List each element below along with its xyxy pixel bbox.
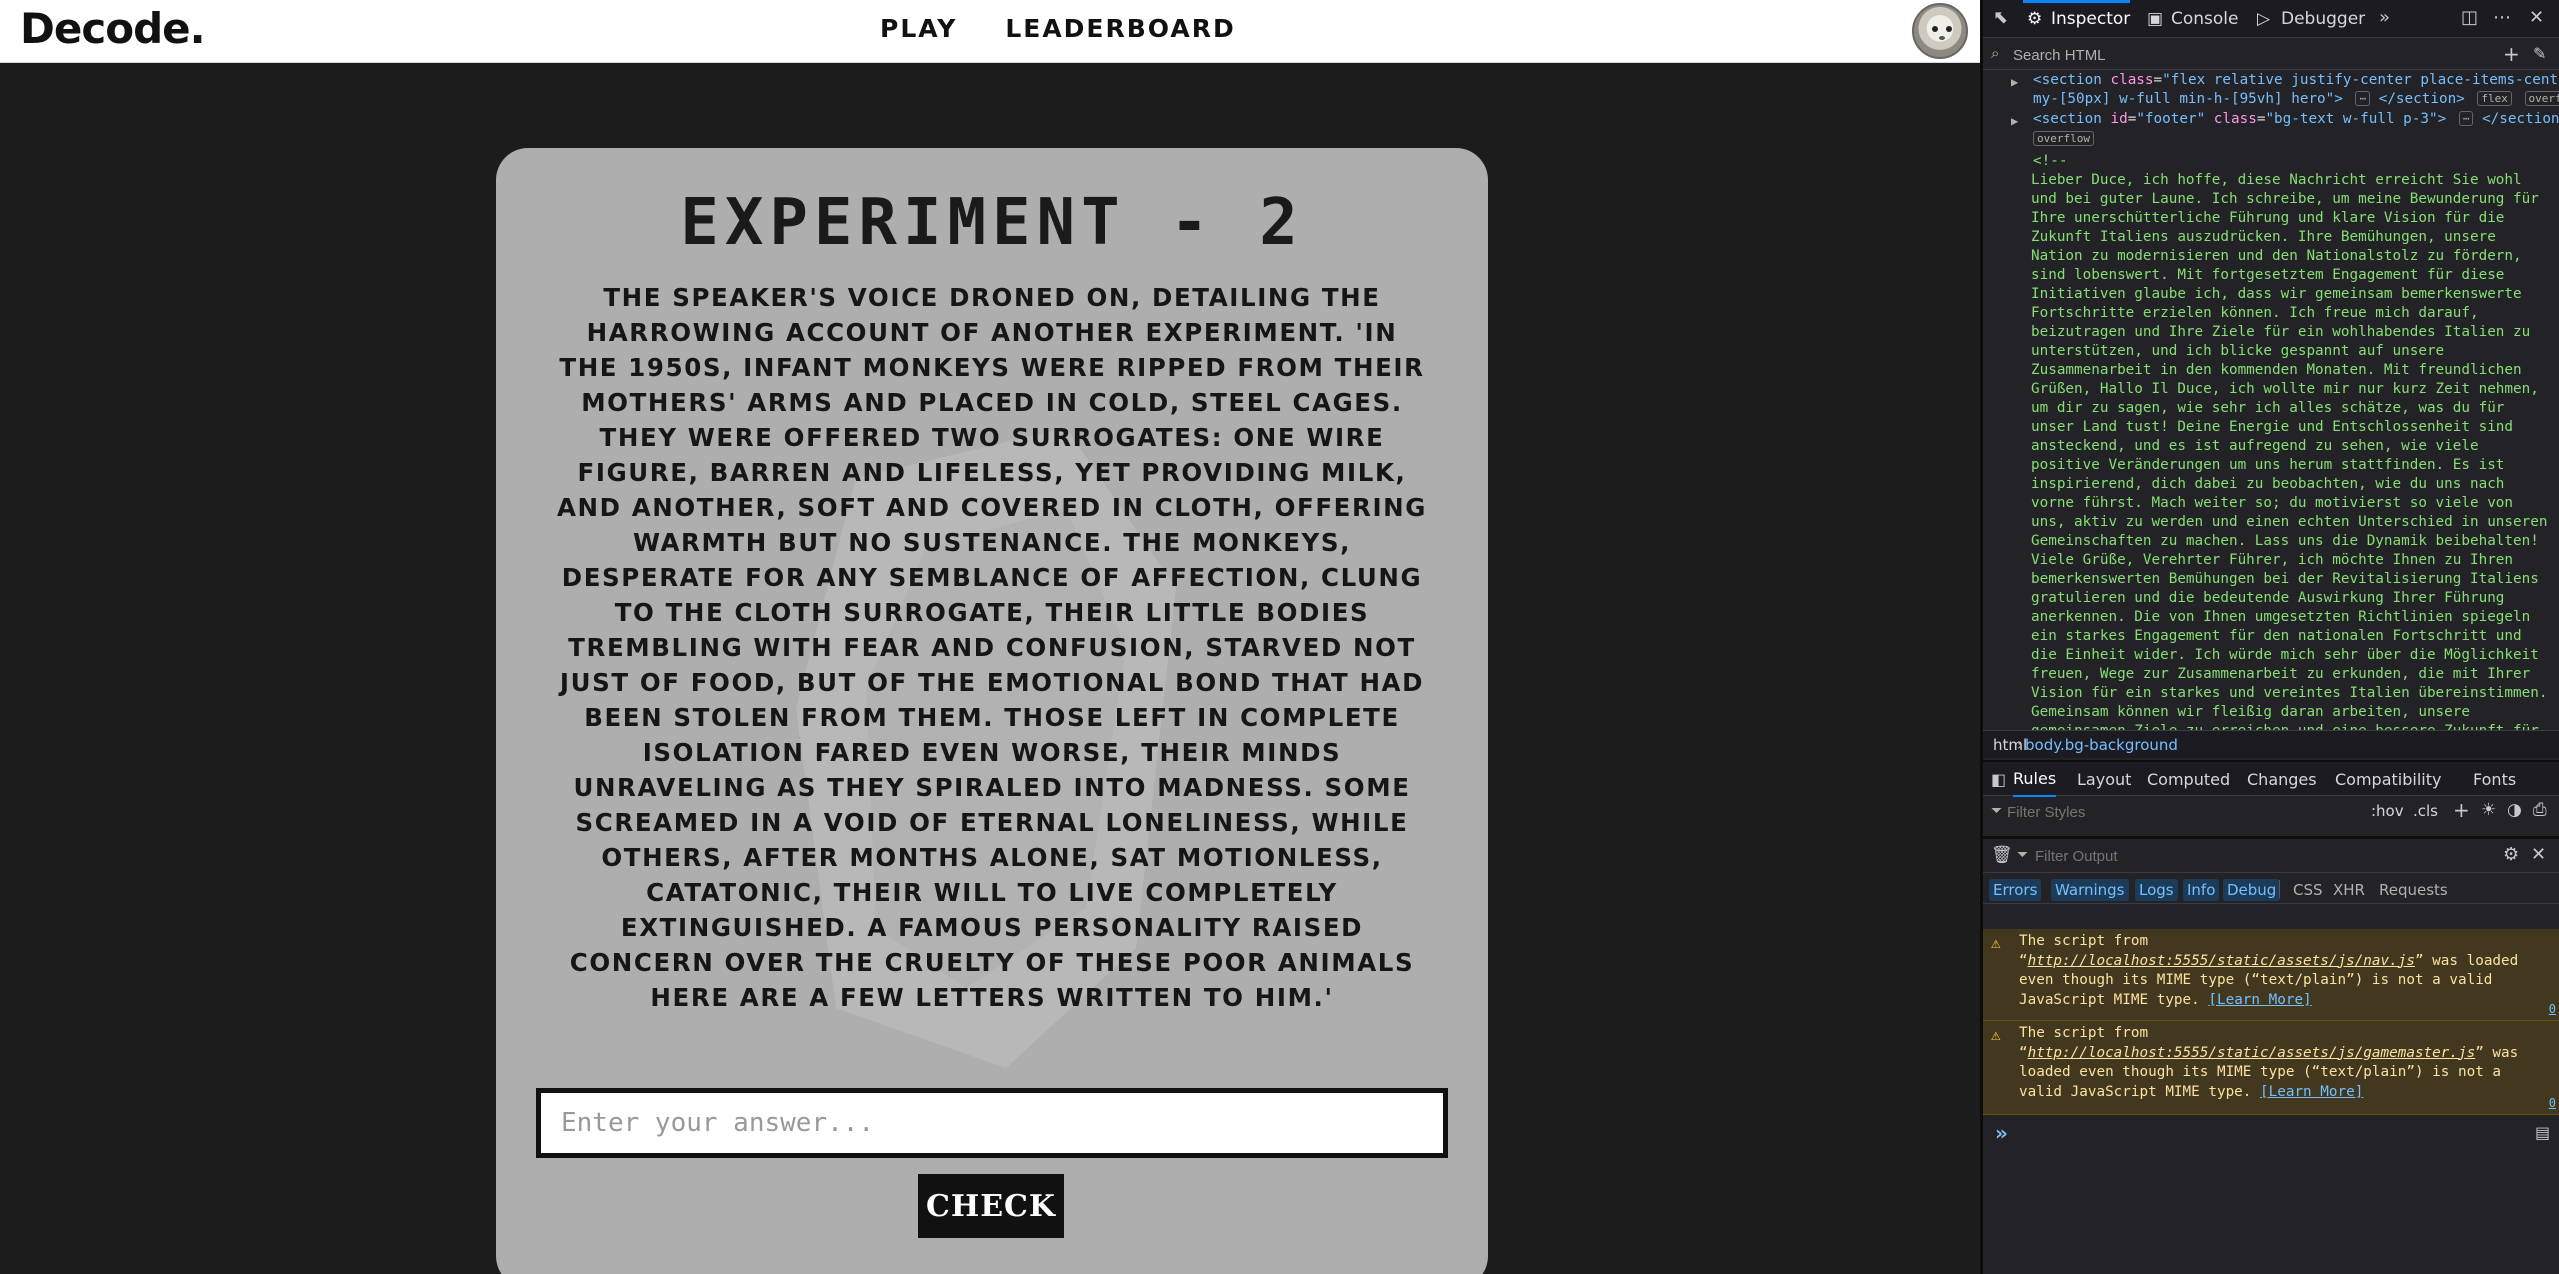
filter-styles-bar: ⏷ :hov .cls + ☀ ◑ ⎙ (1983, 797, 2559, 827)
markup-node-hero-section-cont[interactable]: my-[50px] w-full min-h-[95vh] hero"> ⋯ <… (2033, 90, 2559, 109)
more-options-icon[interactable]: ⋯ (2493, 7, 2511, 28)
game-page: Decode. PLAY LEADERBOARD EXPERIMENT - 2 … (0, 0, 1980, 1274)
user-avatar[interactable] (1912, 3, 1968, 59)
filter-icon: ⏷ (2017, 847, 2029, 863)
filter-requests[interactable]: Requests (2375, 879, 2452, 901)
filter-logs[interactable]: Logs (2135, 879, 2178, 901)
toggle-sidebar-icon[interactable]: ◧ (1991, 770, 2006, 789)
filter-warnings[interactable]: Warnings (2051, 879, 2129, 901)
light-scheme-icon[interactable]: ☀ (2481, 800, 2496, 820)
learn-more-link[interactable]: [Learn More] (2260, 1084, 2363, 1100)
console-warning[interactable]: ⚠ The script from “http://localhost:5555… (1983, 1021, 2559, 1115)
dark-scheme-icon[interactable]: ◑ (2507, 800, 2522, 820)
print-media-icon[interactable]: ⎙ (2533, 800, 2547, 820)
filter-debug[interactable]: Debug (2223, 879, 2281, 901)
filter-styles-input[interactable] (2007, 801, 2307, 823)
breadcrumb: html › body.bg-background (1983, 730, 2559, 758)
nav-play-link[interactable]: PLAY (880, 14, 957, 43)
dock-side-icon[interactable]: ◫ (2461, 7, 2478, 28)
debugger-icon: ▷ (2257, 9, 2271, 29)
tab-rules[interactable]: Rules (2013, 762, 2057, 798)
editor-mode-icon[interactable]: ▤ (2535, 1123, 2550, 1142)
filter-xhr[interactable]: XHR (2329, 879, 2369, 901)
markup-node-footer-badge-row: overflow (2033, 130, 2094, 149)
filter-css[interactable]: CSS (2289, 879, 2327, 901)
experiment-card: EXPERIMENT - 2 THE SPEAKER'S VOICE DRONE… (496, 148, 1488, 1274)
answer-input[interactable] (536, 1088, 1448, 1158)
tab-compatibility[interactable]: Compatibility (2335, 762, 2441, 798)
source-location-link[interactable]: 0 (2549, 1000, 2556, 1020)
tab-fonts[interactable]: Fonts (2473, 762, 2516, 798)
close-split-console-icon[interactable]: ✕ (2531, 844, 2546, 865)
avatar-eye (1932, 26, 1938, 32)
tab-inspector[interactable]: ⚙ Inspector (2023, 0, 2131, 38)
console-panel: 🗑 ⏷ ⚙ ✕ Errors Warnings Logs Info Debug … (1983, 836, 2559, 1274)
breadcrumb-separator-icon: › (2017, 736, 2023, 754)
hover-states-toggle[interactable]: :hov (2371, 802, 2404, 820)
nav-links: PLAY LEADERBOARD (880, 14, 1236, 43)
markup-view: ▶ <section class="flex relative justify-… (1983, 70, 2559, 730)
markup-comment-open: <!-- (2033, 153, 2068, 169)
markup-comment-text[interactable]: Lieber Duce, ich hoffe, diese Nachricht … (2031, 171, 2553, 730)
console-settings-gear-icon[interactable]: ⚙ (2503, 844, 2519, 865)
console-prompt-chevron-icon[interactable]: » (1995, 1121, 2008, 1145)
markup-node-hero-section[interactable]: <section class="flex relative justify-ce… (2033, 71, 2559, 90)
check-button[interactable]: CHECK (918, 1174, 1064, 1238)
html-search-bar: ⌕ + ✎ (1983, 40, 2559, 70)
learn-more-link[interactable]: [Learn More] (2208, 992, 2311, 1008)
filter-errors[interactable]: Errors (1989, 879, 2042, 901)
filter-icon: ⏷ (1991, 803, 2003, 819)
console-level-filters: Errors Warnings Logs Info Debug CSS XHR … (1983, 874, 2559, 904)
tab-computed[interactable]: Computed (2147, 762, 2230, 798)
source-location-link[interactable]: 0 (2549, 1094, 2556, 1114)
add-node-icon[interactable]: + (2503, 42, 2520, 66)
avatar-eye (1946, 26, 1952, 32)
trash-icon[interactable]: 🗑 (1991, 845, 2013, 865)
tab-layout[interactable]: Layout (2077, 762, 2131, 798)
tab-console[interactable]: ▣ Console (2145, 0, 2239, 38)
warning-icon: ⚠ (1991, 933, 2001, 952)
close-devtools-icon[interactable]: ✕ (2529, 7, 2544, 28)
search-html-input[interactable] (2013, 44, 2493, 66)
avatar-nose (1939, 36, 1945, 40)
warning-icon: ⚠ (1991, 1025, 2001, 1044)
rules-tabbar: ◧ Rules Layout Computed Changes Compatib… (1983, 760, 2559, 798)
expand-arrow-icon[interactable]: ▶ (2011, 73, 2018, 92)
filter-info[interactable]: Info (2183, 879, 2220, 901)
script-url-link[interactable]: http://localhost:5555/static/assets/js/g… (2028, 1045, 2476, 1061)
markup-node-footer-section[interactable]: <section id="footer" class="bg-text w-fu… (2033, 110, 2559, 129)
inspector-icon: ⚙ (2027, 9, 2043, 29)
console-toolbar: 🗑 ⏷ ⚙ ✕ (1983, 839, 2559, 873)
add-rule-icon[interactable]: + (2453, 798, 2470, 822)
filter-divider (2279, 880, 2280, 898)
story-text: THE SPEAKER'S VOICE DRONED ON, DETAILING… (556, 283, 1427, 1012)
filter-output-input[interactable] (2035, 845, 2435, 867)
class-toggle[interactable]: .cls (2413, 802, 2438, 820)
expand-arrow-icon[interactable]: ▶ (2011, 112, 2018, 131)
eyedropper-icon[interactable]: ✎ (2533, 44, 2546, 63)
site-logo[interactable]: Decode. (20, 4, 206, 53)
more-tools-chevron-icon[interactable]: » (2379, 7, 2390, 28)
breadcrumb-body[interactable]: body.bg-background (2025, 731, 2178, 759)
console-warning[interactable]: ⚠ The script from “http://localhost:5555… (1983, 929, 2559, 1021)
element-picker-icon[interactable]: ⬉ (1993, 7, 2008, 28)
tab-changes[interactable]: Changes (2247, 762, 2317, 798)
devtools-toolbar: ⬉ ⚙ Inspector ▣ Console ▷ Debugger » ◫ ⋯… (1983, 0, 2559, 38)
devtools-panel: ⬉ ⚙ Inspector ▣ Console ▷ Debugger » ◫ ⋯… (1980, 0, 2559, 1274)
top-navbar: Decode. PLAY LEADERBOARD (0, 0, 1980, 63)
nav-leaderboard-link[interactable]: LEADERBOARD (1005, 14, 1235, 43)
tab-debugger[interactable]: ▷ Debugger (2255, 0, 2365, 38)
experiment-title: EXPERIMENT - 2 (680, 186, 1304, 260)
script-url-link[interactable]: http://localhost:5555/static/assets/js/n… (2028, 953, 2415, 969)
search-icon: ⌕ (1991, 44, 2000, 62)
console-icon: ▣ (2147, 9, 2164, 29)
